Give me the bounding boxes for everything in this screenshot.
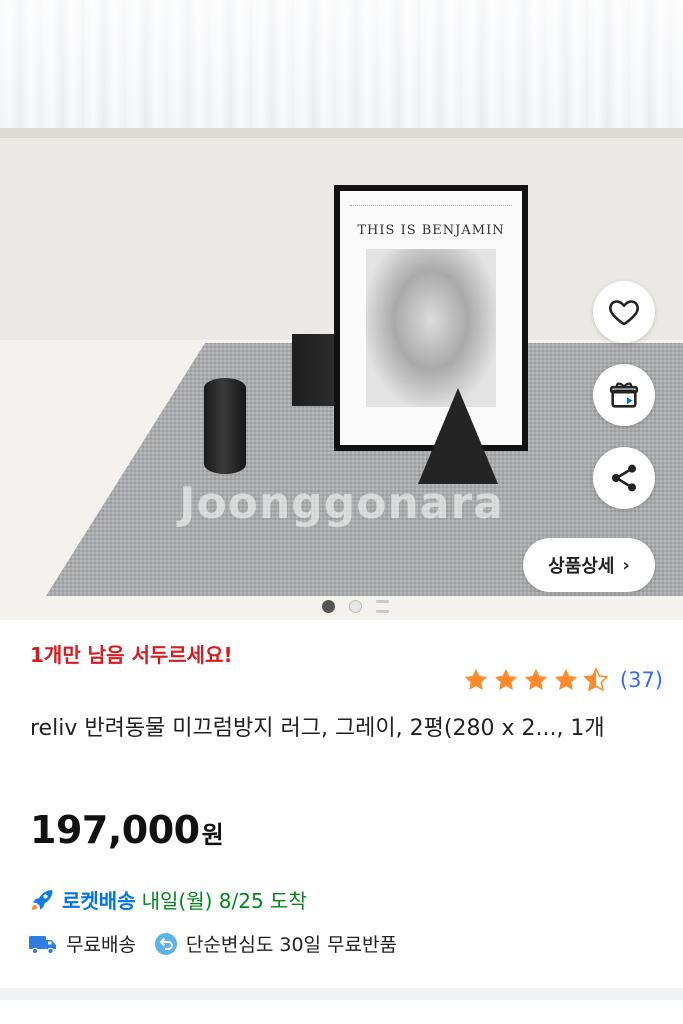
product-detail-button[interactable]: 상품상세 › [523, 538, 655, 592]
like-button[interactable] [593, 281, 655, 343]
review-count-link[interactable]: (37) [620, 668, 663, 692]
star-icon [464, 668, 487, 691]
star-rating [462, 666, 610, 694]
price: 197,000 원 [30, 808, 224, 852]
perk-label: 단순변심도 30일 무료반품 [185, 934, 397, 956]
share-button[interactable] [593, 447, 655, 509]
black-cylinder [204, 378, 246, 474]
perk-label: 무료배송 [66, 934, 136, 956]
star-icon [524, 668, 547, 691]
rocket-delivery-label: 로켓배송 [62, 889, 136, 913]
heart-icon [609, 300, 639, 326]
price-currency: 원 [201, 821, 224, 849]
star-icon [494, 668, 517, 691]
return-icon [154, 932, 177, 955]
perk-free-shipping: 무료배송 [28, 930, 136, 957]
product-detail-label: 상품상세 [548, 556, 615, 577]
product-title: reliv 반려동물 미끄럼방지 러그, 그레이, 2평(280 x 2...,… [30, 716, 605, 741]
chevron-right-icon: › [622, 554, 630, 576]
pager-more-icon[interactable] [376, 599, 389, 613]
rating[interactable]: (37) [462, 666, 663, 694]
watermark: Joonggonara [179, 478, 504, 529]
rocket-icon [32, 889, 53, 910]
price-amount: 197,000 [30, 808, 200, 852]
stock-notice: 1개만 남음 서두르세요! [30, 643, 233, 667]
poster-photo [366, 249, 496, 407]
image-pager [0, 597, 683, 615]
star-icon [554, 668, 577, 691]
star-half-icon [583, 667, 609, 692]
product-image-carousel[interactable]: THIS IS BENJAMIN Joonggonara 상품상세 › [0, 0, 683, 620]
perk-free-return: 단순변심도 30일 무료반품 [154, 930, 397, 957]
delivery-eta: 내일(월) 8/25 도착 [141, 889, 307, 913]
gift-icon [609, 382, 639, 408]
section-divider [0, 988, 683, 1000]
black-cube [292, 334, 336, 406]
truck-icon [29, 935, 56, 954]
gift-button[interactable] [593, 364, 655, 426]
delivery-info: 로켓배송 내일(월) 8/25 도착 [28, 885, 307, 914]
share-icon [612, 464, 636, 492]
pager-dot[interactable] [349, 599, 362, 613]
pager-dot-active[interactable] [322, 599, 335, 613]
shipping-perks: 무료배송 단순변심도 30일 무료반품 [28, 930, 415, 957]
black-pyramid [418, 388, 498, 484]
poster-title: THIS IS BENJAMIN [357, 223, 505, 238]
